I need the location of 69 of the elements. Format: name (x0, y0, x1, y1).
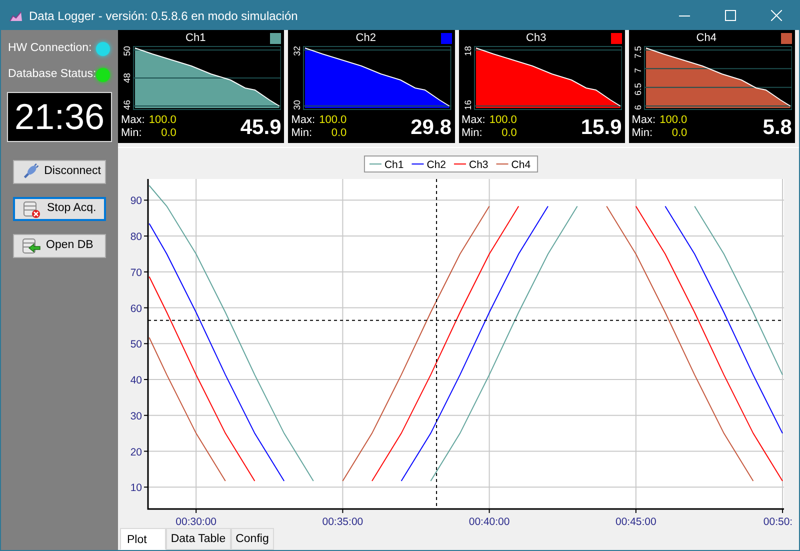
plug-icon (22, 163, 40, 181)
channel-title: Ch1 (184, 30, 207, 46)
axis-label: 6 (632, 104, 643, 110)
x-tick-label: 00:50: (763, 516, 793, 528)
max-value: 100.0 (660, 114, 688, 127)
channel-value: 15.9 (580, 116, 622, 140)
channel-value: 29.8 (410, 116, 452, 140)
maximize-icon (724, 10, 736, 21)
channel-title: Ch4 (695, 30, 718, 46)
max-value: 100.0 (319, 114, 347, 127)
toolbar-button[interactable]: Stop Acq. (13, 197, 106, 221)
clock-display: 21:36 (7, 92, 112, 142)
y-tick-label: 10 (130, 482, 142, 494)
x-tick-label: 00:45:00 (615, 516, 656, 528)
axis-label: 48 (122, 72, 132, 83)
status-label: HW Connection: (8, 41, 92, 56)
max-value: 100.0 (489, 114, 517, 127)
window-title: Data Logger - versión: 0.5.8.6 en modo simulación (29, 8, 298, 24)
app-icon (9, 10, 23, 22)
axis-label: 7 (632, 68, 643, 74)
min-value: 0.0 (500, 127, 517, 140)
min-value: 0.0 (330, 127, 347, 140)
channel-title: Ch2 (354, 30, 377, 46)
legend-label: Ch4 (511, 159, 531, 171)
legend-label: Ch3 (469, 159, 488, 171)
x-tick-label: 00:40:00 (468, 516, 510, 528)
y-tick-label: 70 (130, 266, 142, 279)
tab[interactable]: Data Table (166, 528, 231, 550)
axis-label: 50 (122, 46, 132, 56)
close-icon (770, 10, 782, 21)
channel-title: Ch3 (525, 30, 548, 46)
y-tick-label: 50 (130, 338, 142, 351)
tab[interactable]: Plot (120, 528, 166, 550)
y-tick-label: 90 (130, 195, 142, 208)
axis-label: 6.5 (632, 82, 643, 96)
toolbar-button[interactable]: Disconnect (13, 160, 106, 184)
axis-label: 46 (122, 100, 132, 110)
min-label: Min: (121, 127, 143, 140)
max-value: 100.0 (148, 114, 176, 127)
y-tick-label: 20 (130, 446, 142, 458)
toolbar-button[interactable]: Open DB (13, 234, 106, 258)
axis-label: 16 (462, 100, 472, 110)
axis-label: 32 (292, 46, 302, 56)
min-value: 0.0 (160, 127, 176, 140)
y-tick-label: 60 (130, 302, 142, 315)
axis-label: 30 (292, 100, 302, 110)
min-value: 0.0 (670, 127, 688, 140)
axis-label: 18 (462, 46, 472, 56)
y-tick-label: 30 (130, 410, 142, 422)
min-label: Min: (291, 127, 314, 140)
database-error-icon (23, 200, 42, 218)
y-tick-label: 80 (130, 231, 142, 244)
max-label: Max: (632, 114, 656, 127)
min-label: Min: (462, 127, 484, 140)
min-label: Min: (632, 127, 654, 140)
max-label: Max: (121, 114, 145, 127)
status-label: Database Status: (8, 67, 96, 82)
channel-value: 45.9 (240, 116, 282, 140)
legend-label: Ch1 (384, 159, 404, 171)
max-label: Max: (291, 114, 316, 127)
tab[interactable]: Config (230, 528, 274, 550)
max-label: Max: (462, 114, 486, 127)
x-tick-label: 00:35:00 (322, 516, 364, 528)
database-arrow-icon (22, 237, 41, 255)
legend-label: Ch2 (426, 159, 446, 171)
y-tick-label: 40 (130, 374, 142, 386)
axis-label: 7.5 (632, 46, 643, 59)
x-tick-label: 00:30:00 (176, 516, 217, 528)
channel-value: 5.8 (762, 116, 792, 140)
